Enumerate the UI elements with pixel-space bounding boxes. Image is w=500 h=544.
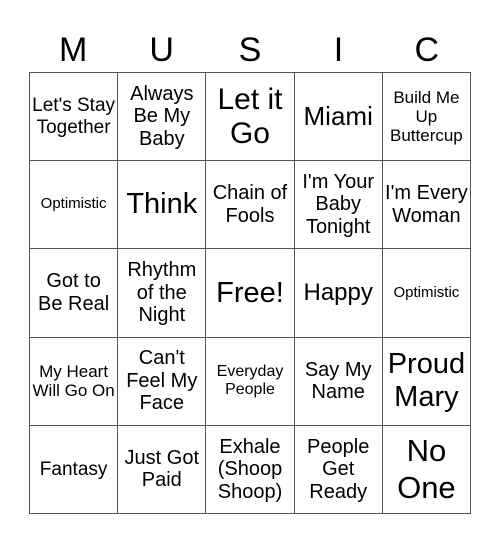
bingo-cell[interactable]: Let's Stay Together [30,73,119,162]
bingo-cell[interactable]: Can't Feel My Face [118,337,207,426]
bingo-cell[interactable]: Happy [294,249,383,338]
header-letter: U [149,31,174,69]
bingo-cell[interactable]: Build Me Up Buttercup [382,73,471,162]
bingo-cell[interactable]: Got to Be Real [30,249,119,338]
bingo-cell[interactable]: Always Be My Baby [118,73,207,162]
bingo-cell[interactable]: Optimistic [382,249,471,338]
bingo-cell[interactable]: Exhale (Shoop Shoop) [206,425,295,514]
bingo-cell[interactable]: No One [382,425,471,514]
bingo-cell[interactable]: Let it Go [206,73,295,162]
bingo-cell[interactable]: Rhythm of the Night [118,249,207,338]
bingo-cell[interactable]: Proud Mary [382,337,471,426]
bingo-cell[interactable]: Fantasy [30,425,119,514]
bingo-cell[interactable]: I'm Your Baby Tonight [294,161,383,250]
bingo-cell[interactable]: Say My Name [294,337,383,426]
bingo-cell[interactable]: Everyday People [206,337,295,426]
header-letter: M [59,31,88,69]
bingo-cell[interactable]: Optimistic [30,161,119,250]
bingo-cell[interactable]: My Heart Will Go On [30,337,119,426]
header-letter: S [238,31,262,69]
bingo-card: Let's Stay Together Always Be My Baby Le… [29,72,471,514]
bingo-cell[interactable]: People Get Ready [294,425,383,514]
bingo-header: M U S I C [29,28,471,72]
bingo-cell[interactable]: Chain of Fools [206,161,295,250]
bingo-cell[interactable]: Think [118,161,207,250]
free-space[interactable]: Free! [206,249,295,338]
header-letter: I [333,31,344,69]
header-letter: C [414,31,440,69]
bingo-cell[interactable]: Just Got Paid [118,425,207,514]
bingo-cell[interactable]: Miami [294,73,383,162]
bingo-cell[interactable]: I'm Every Woman [382,161,471,250]
